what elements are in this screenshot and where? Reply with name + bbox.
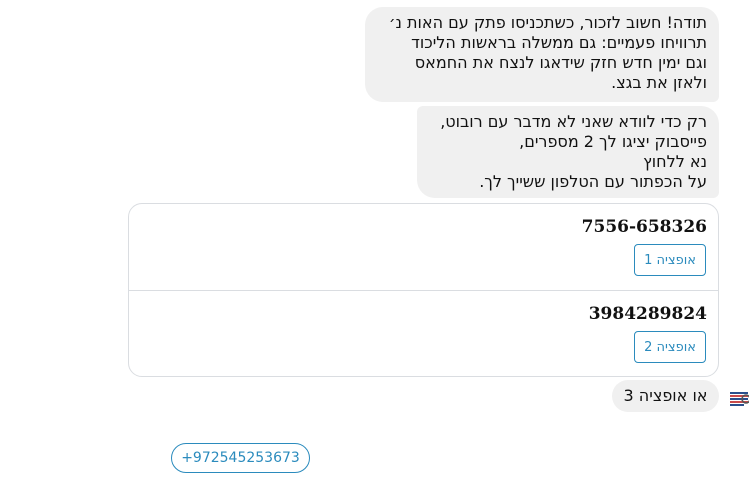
option-1-title: 7556-658326 [581, 217, 707, 237]
message-line: רק כדי לוודא שאני לא מדבר עם רובוט, [440, 112, 707, 131]
message-line: ולאזן את בגצ. [611, 73, 707, 92]
message-line: פייסבוק יציגו לך 2 מספרים, [519, 132, 707, 151]
avatar-icon [727, 386, 749, 412]
phone-quick-reply-button[interactable]: +972545253673 [171, 443, 310, 473]
message-line: על הכפתור עם הטלפון ששייך לך. [479, 172, 707, 191]
bot-message-bubble-1: תודה! חשוב לזכור, כשתכניסו פתק עם האות נ… [365, 7, 719, 102]
option-1-button[interactable]: אופציה 1 [634, 244, 706, 276]
option-2-button[interactable]: אופציה 2 [634, 331, 706, 363]
bot-message-bubble-3: או אופציה 3 [612, 380, 719, 412]
message-line: נא ללחוץ [643, 152, 707, 171]
options-card: 7556-658326 אופציה 1 3984289824 אופציה 2 [128, 203, 719, 377]
message-line: וגם ימין חדש חזק שידאגו לנצח את החמאס [414, 53, 707, 72]
option-card-section-2: 3984289824 אופציה 2 [129, 291, 718, 376]
option-2-title: 3984289824 [588, 304, 707, 324]
message-line: תרוויחו פעמיים: גם ממשלה בראשות הליכוד [411, 33, 707, 52]
bot-message-bubble-2: רק כדי לוודא שאני לא מדבר עם רובוט, פייס… [417, 106, 719, 198]
option-card-section-1: 7556-658326 אופציה 1 [129, 204, 718, 291]
message-line: תודה! חשוב לזכור, כשתכניסו פתק עם האות נ… [388, 13, 707, 32]
